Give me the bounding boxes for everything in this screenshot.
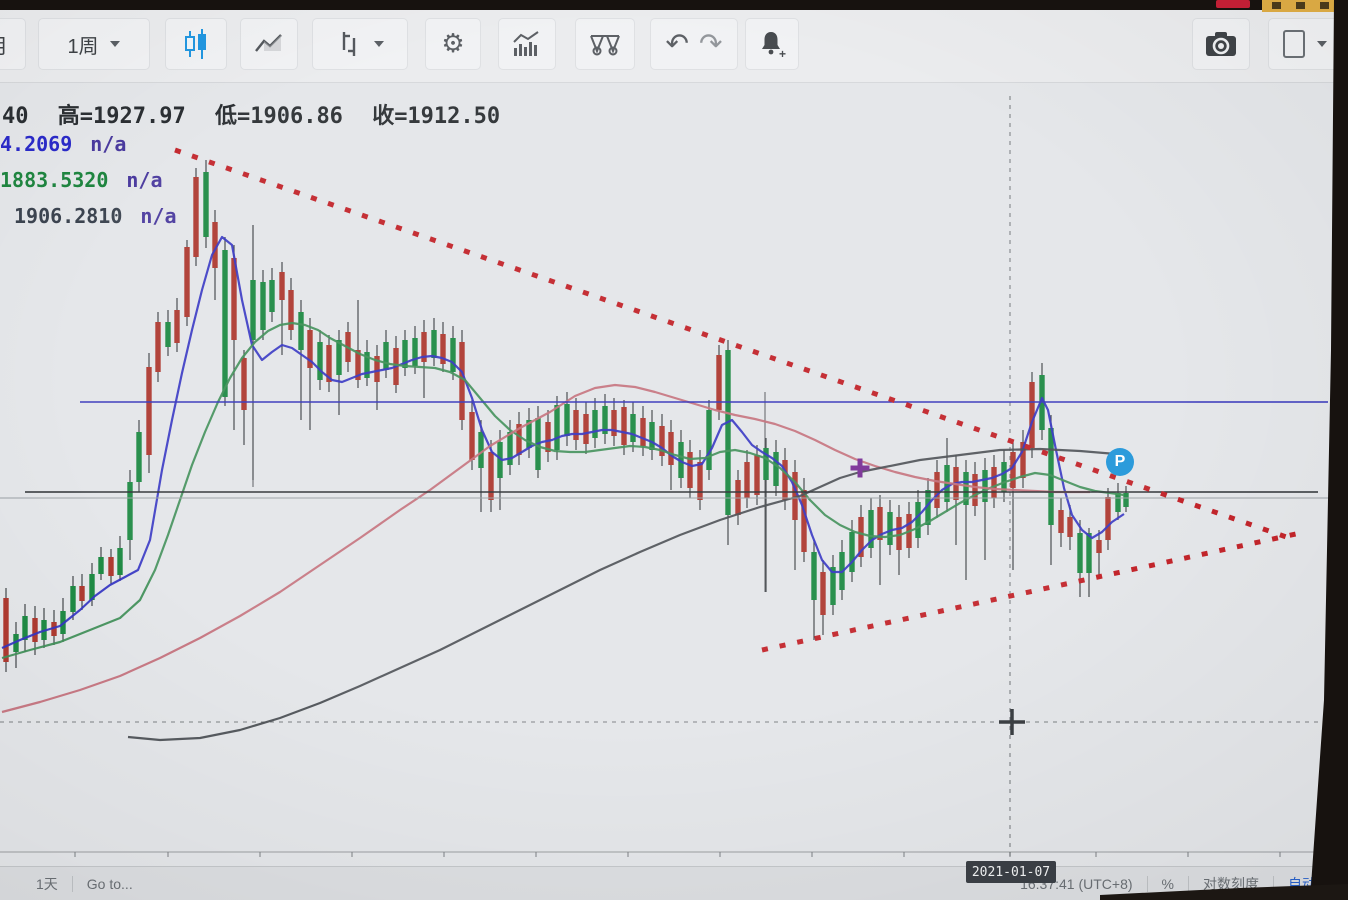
interval-month-button[interactable]: 月	[0, 18, 26, 70]
p-marker-badge[interactable]: P	[1106, 448, 1134, 476]
bottom-toolbar: 1天 Go to... 16:37:41 (UTC+8) % 对数刻度 自动	[0, 866, 1348, 900]
layout-select-dropdown[interactable]	[1268, 18, 1342, 70]
interval-week-dropdown[interactable]: 1周	[38, 18, 150, 70]
svg-text:+: +	[779, 47, 786, 59]
percent-scale-button[interactable]: %	[1148, 876, 1188, 892]
interval-week-label: 1周	[67, 35, 99, 58]
add-alert-button[interactable]: +	[745, 18, 799, 70]
interval-month-label: 月	[0, 30, 8, 59]
chart-style-bars-dropdown[interactable]	[312, 18, 408, 70]
financials-button[interactable]	[575, 18, 635, 70]
auto-scale-button[interactable]: 自动	[1274, 874, 1330, 894]
undo-redo-group: ↶ ↷	[650, 18, 738, 70]
chevron-down-icon	[374, 41, 384, 47]
chart-canvas[interactable]	[0, 0, 1348, 900]
indicators-icon	[513, 31, 539, 56]
layout-square-icon	[1283, 30, 1305, 58]
gear-icon: ⚙	[441, 29, 465, 59]
goto-date-button[interactable]: Go to...	[73, 876, 147, 892]
bezel-red-object	[1216, 0, 1250, 8]
scales-icon	[590, 35, 620, 56]
alert-bell-plus-icon: +	[762, 32, 786, 59]
ohlc-bars-icon	[342, 32, 356, 56]
settings-button[interactable]: ⚙	[425, 18, 481, 70]
camera-icon	[1206, 32, 1236, 56]
screen-bezel-top	[0, 0, 1348, 10]
bezel-yellow-object	[1262, 0, 1348, 12]
chart-style-candles-button[interactable]	[165, 18, 227, 70]
redo-icon[interactable]: ↷	[699, 30, 722, 58]
trading-app-window: 40 高=1927.97 低=1906.86 收=1912.50 4.2069 n…	[0, 0, 1348, 900]
snapshot-camera-button[interactable]	[1192, 18, 1250, 70]
range-1day-button[interactable]: 1天	[22, 874, 72, 894]
chart-style-line-button[interactable]	[240, 18, 298, 70]
chevron-down-icon	[1317, 41, 1327, 47]
top-toolbar: 月 1周	[0, 10, 1348, 83]
log-scale-button[interactable]: 对数刻度	[1189, 874, 1273, 894]
indicators-button[interactable]	[498, 18, 556, 70]
crosshair-date-tooltip: 2021-01-07	[966, 861, 1056, 883]
line-chart-icon	[255, 34, 282, 52]
candlestick-icon	[185, 29, 206, 59]
undo-icon[interactable]: ↶	[666, 30, 689, 58]
chevron-down-icon	[109, 41, 120, 47]
